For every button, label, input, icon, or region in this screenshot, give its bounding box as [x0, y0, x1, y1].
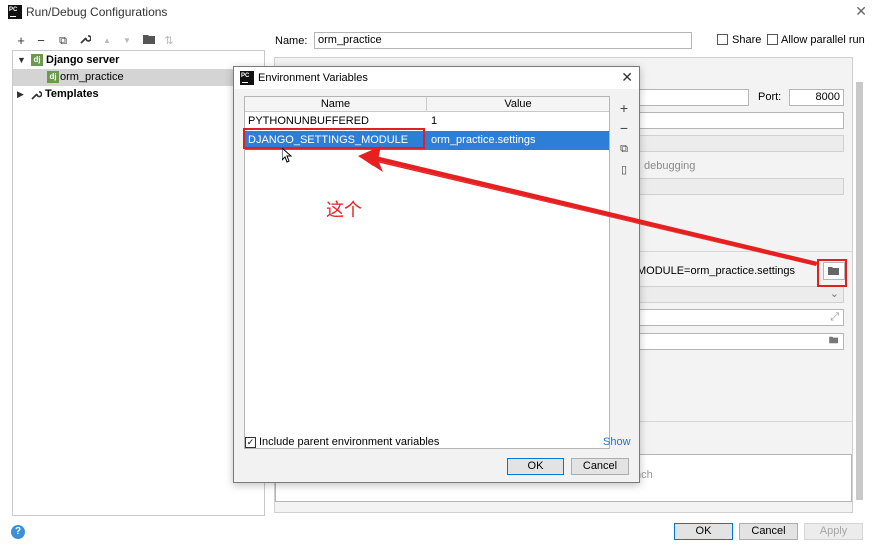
folder-config-button[interactable]	[142, 33, 156, 49]
port-label: Port:	[758, 91, 782, 103]
window-titlebar: PC Run/Debug Configurations ✕	[0, 0, 873, 26]
allow-parallel-label: Allow parallel run	[781, 34, 865, 46]
tree-item-django-server[interactable]: ▼ dj Django server	[13, 52, 264, 69]
dialog-cancel-button[interactable]: Cancel	[571, 458, 629, 475]
ok-button[interactable]: OK	[674, 523, 733, 540]
share-checkbox[interactable]	[717, 34, 728, 45]
tree-label-templates: Templates	[45, 88, 99, 100]
django-icon: dj	[31, 54, 43, 66]
tree-label-django-server: Django server	[46, 54, 120, 66]
tree-label-orm-practice: orm_practice	[60, 71, 124, 83]
column-header-value[interactable]: Value	[427, 97, 609, 112]
dialog-titlebar: PC Environment Variables ✕	[234, 67, 639, 89]
working-dir-input[interactable]	[635, 333, 844, 350]
copy-config-button[interactable]: ⧉	[56, 33, 70, 49]
move-up-button[interactable]: ▲	[100, 33, 114, 49]
share-label: Share	[732, 34, 762, 46]
config-tree: ▼ dj Django server dj orm_practice ▶ Tem…	[12, 50, 265, 516]
django-icon: dj	[47, 71, 59, 83]
config-toolbar: + − ⧉ ▲ ▼ ⇅	[14, 33, 182, 49]
remove-config-button[interactable]: −	[34, 33, 48, 49]
apply-button[interactable]: Apply	[804, 523, 863, 540]
debugging-label: debugging	[644, 160, 696, 172]
folder-icon	[829, 336, 838, 344]
disabled-field-2	[635, 178, 844, 195]
mouse-cursor-icon	[282, 148, 292, 163]
chevron-right-icon[interactable]: ▶	[17, 86, 24, 103]
remove-env-var-button[interactable]: −	[617, 121, 631, 135]
wrench-icon	[31, 91, 42, 100]
pycharm-app-icon: PC	[8, 5, 22, 19]
tree-item-templates[interactable]: ▶ Templates	[13, 86, 264, 103]
env-var-value: 1	[431, 115, 438, 127]
copy-env-var-button[interactable]: ⧉	[617, 142, 631, 156]
move-down-button[interactable]: ▼	[120, 33, 134, 49]
window-title: Run/Debug Configurations	[26, 5, 168, 19]
pycharm-app-icon: PC	[240, 71, 254, 85]
sort-config-button[interactable]: ⇅	[162, 33, 176, 49]
include-parent-label: Include parent environment variables	[259, 436, 440, 448]
host-input[interactable]	[635, 89, 749, 106]
dialog-close-icon[interactable]: ✕	[621, 69, 633, 86]
annotation-box-browse-button	[817, 259, 847, 287]
column-header-name[interactable]: Name	[245, 97, 427, 112]
cancel-button[interactable]: Cancel	[739, 523, 798, 540]
include-parent-checkbox[interactable]: ✓	[245, 437, 256, 448]
dialog-ok-button[interactable]: OK	[507, 458, 564, 475]
wrench-icon	[80, 35, 92, 44]
show-link[interactable]: Show	[603, 436, 631, 448]
disabled-field	[635, 135, 844, 152]
tree-item-orm-practice[interactable]: dj orm_practice	[13, 69, 264, 86]
help-icon[interactable]: ?	[11, 525, 25, 539]
paste-env-var-button[interactable]: ▯	[617, 163, 631, 177]
chevron-down-icon[interactable]: ▼	[17, 52, 26, 69]
name-label: Name:	[275, 35, 308, 47]
interpreter-options-input[interactable]: ⤢	[635, 309, 844, 326]
additional-options-input[interactable]	[635, 112, 844, 129]
allow-parallel-checkbox[interactable]	[767, 34, 778, 45]
interpreter-select[interactable]: ⌄	[635, 286, 844, 303]
annotation-box-selected-row	[243, 128, 425, 149]
name-input[interactable]: orm_practice	[314, 32, 692, 49]
panel-scrollbar[interactable]	[856, 82, 863, 500]
edit-defaults-wrench-icon[interactable]	[78, 33, 92, 49]
window-close-icon[interactable]: ✕	[855, 3, 867, 20]
env-vars-value: MODULE=orm_practice.settings	[637, 265, 796, 277]
add-config-button[interactable]: +	[14, 33, 28, 49]
dialog-title: Environment Variables	[258, 72, 368, 84]
folder-icon	[142, 35, 155, 44]
annotation-label: 这个	[326, 200, 362, 220]
add-env-var-button[interactable]: +	[617, 101, 631, 115]
env-var-value: orm_practice.settings	[431, 134, 536, 146]
port-input[interactable]: 8000	[789, 89, 844, 106]
